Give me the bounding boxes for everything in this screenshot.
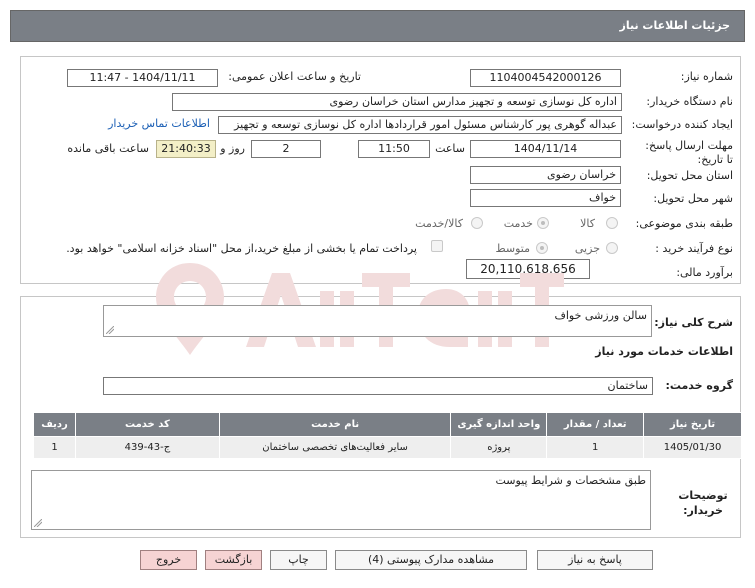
process-medium-label: متوسط (495, 242, 530, 255)
summary-text: سالن ورزشی خواف (554, 309, 647, 322)
announce-field: 1404/11/11 - 11:47 (67, 69, 218, 87)
col-service-code: کد خدمت (75, 412, 220, 437)
category-goods-radio[interactable] (606, 217, 618, 229)
cell-quantity: 1 (546, 436, 645, 459)
city-label: شهر محل تحویل: (653, 192, 733, 205)
cell-need-date: 1405/01/30 (643, 436, 742, 459)
estimate-field: 20,110,618,656 (466, 259, 590, 279)
reply-to-need-button[interactable]: پاسخ به نیاز (537, 550, 653, 570)
services-table: تاریخ نیاز تعداد / مقدار واحد اندازه گیر… (32, 412, 742, 459)
back-button[interactable]: بازگشت (205, 550, 262, 570)
treasury-payment-checkbox[interactable] (431, 240, 443, 252)
cell-row: 1 (32, 436, 77, 459)
deadline-label: مهلت ارسال پاسخ: تا تاریخ: (645, 139, 733, 166)
page: جزئیات اطلاعات نیاز شماره نیاز: 11040045… (0, 0, 755, 588)
col-need-date: تاریخ نیاز (643, 412, 742, 437)
process-minor-label: جزیی (574, 242, 600, 255)
summary-textarea[interactable]: سالن ورزشی خواف (103, 305, 652, 337)
category-both-radio[interactable] (471, 217, 483, 229)
category-goods-label: کالا (580, 217, 595, 230)
buyer-label: نام دستگاه خریدار: (646, 95, 733, 108)
province-label: استان محل تحویل: (646, 169, 733, 182)
deadline-time-label: ساعت (435, 142, 465, 155)
exit-button[interactable]: خروج (140, 550, 197, 570)
col-quantity: تعداد / مقدار (546, 412, 645, 437)
page-title: جزئیات اطلاعات نیاز (619, 19, 731, 32)
table-row: 1405/01/30 1 پروژه سایر فعالیت‌های تخصصی… (32, 436, 742, 459)
page-header: جزئیات اطلاعات نیاز (10, 10, 745, 42)
province-field: خراسان رضوی (470, 166, 621, 184)
need-number-field: 1104004542000126 (470, 69, 621, 87)
cell-unit: پروژه (450, 436, 548, 459)
city-field: خواف (470, 189, 621, 207)
buyer-contact-link[interactable]: اطلاعات تماس خریدار (108, 117, 210, 130)
days-label: روز و (220, 142, 245, 155)
resize-handle-icon[interactable] (106, 326, 114, 334)
category-both-label: کالا/خدمت (415, 217, 463, 230)
services-section-title: اطلاعات خدمات مورد نیاز (595, 345, 733, 358)
creator-label: ایجاد کننده درخواست: (631, 118, 733, 131)
buyer-field: اداره کل نوسازی توسعه و تجهیز مدارس استا… (172, 93, 622, 111)
process-medium-radio[interactable] (536, 242, 548, 254)
buyer-notes-text: طبق مشخصات و شرایط پیوست (495, 474, 646, 487)
deadline-time-field: 11:50 (358, 140, 430, 158)
col-service-name: نام خدمت (218, 412, 452, 437)
need-number-label: شماره نیاز: (680, 70, 733, 83)
cell-service-code: ج-43-439 (75, 436, 220, 459)
remaining-label: ساعت باقی مانده (67, 142, 149, 155)
creator-field: عبداله گوهری پور کارشناس مسئول امور قرار… (218, 116, 622, 134)
estimate-label: برآورد مالی: (676, 266, 733, 279)
view-attachments-button[interactable]: مشاهده مدارک پیوستی (4) (335, 550, 527, 570)
service-group-label: گروه خدمت: (665, 379, 733, 392)
cell-service-name: سایر فعالیت‌های تخصصی ساختمان (218, 436, 452, 459)
buyer-notes-label: توضیحات خریدار: (678, 489, 728, 517)
treasury-payment-note: پرداخت تمام یا بخشی از مبلغ خرید،از محل … (66, 242, 417, 255)
service-group-field: ساختمان (103, 377, 653, 395)
deadline-date-field: 1404/11/14 (470, 140, 621, 158)
col-unit: واحد اندازه گیری (450, 412, 548, 437)
buyer-notes-textarea[interactable]: طبق مشخصات و شرایط پیوست (31, 470, 651, 530)
process-label: نوع فرآیند خرید : (655, 242, 733, 255)
category-service-radio[interactable] (537, 217, 549, 229)
category-label: طبقه بندی موضوعی: (635, 217, 733, 230)
category-service-label: خدمت (503, 217, 533, 230)
days-remaining-field: 2 (251, 140, 321, 158)
summary-label: شرح کلی نیاز: (654, 316, 733, 329)
col-row: ردیف (32, 412, 77, 437)
services-table-header: تاریخ نیاز تعداد / مقدار واحد اندازه گیر… (32, 412, 742, 437)
print-button[interactable]: چاپ (270, 550, 327, 570)
announce-label: تاریخ و ساعت اعلان عمومی: (228, 70, 361, 83)
resize-handle-icon[interactable] (34, 519, 42, 527)
process-minor-radio[interactable] (606, 242, 618, 254)
time-remaining-field: 21:40:33 (156, 140, 216, 158)
